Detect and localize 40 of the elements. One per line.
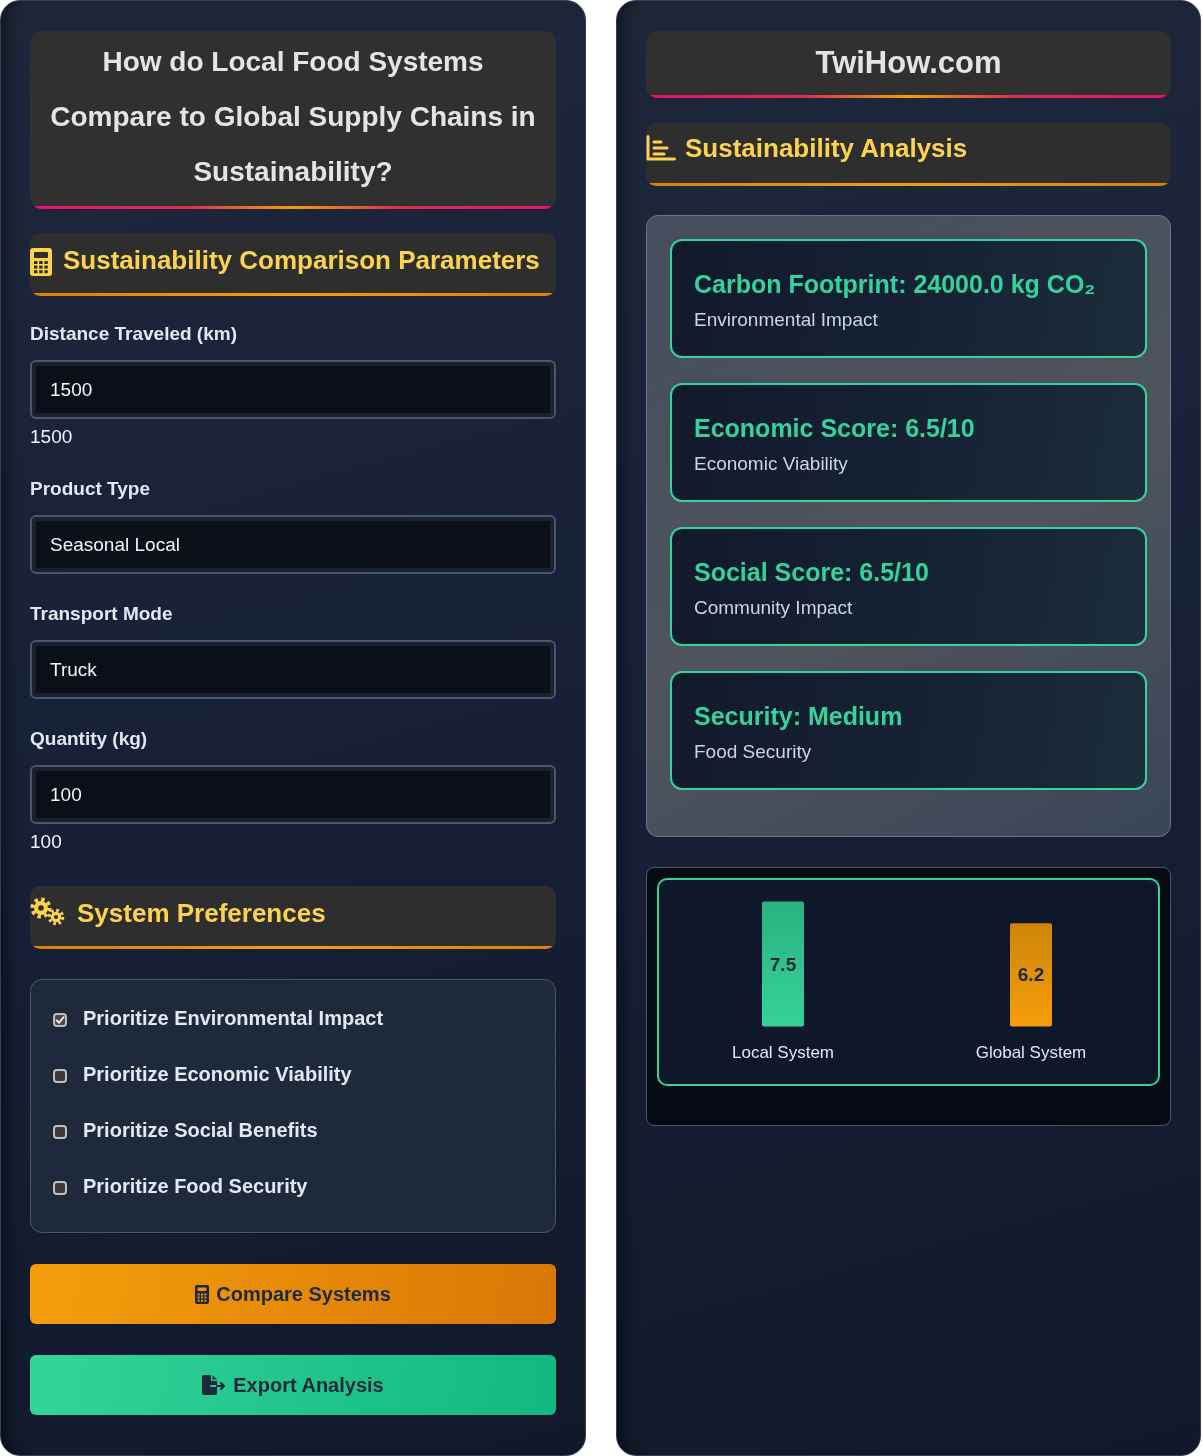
field-label: Distance Traveled (km)	[30, 322, 237, 346]
bar-value-label: 6.2	[1017, 964, 1045, 986]
page-title: How do Local Food Systems Compare to Global Supply Chains in Sustainability?	[49, 45, 537, 189]
checkbox-label: Prioritize Social Benefits	[83, 1118, 318, 1142]
checkbox-label: Prioritize Economic Viability	[83, 1062, 352, 1086]
field-label: Product Type	[30, 477, 150, 501]
input-field[interactable]: 1500	[30, 360, 556, 419]
section-title: Sustainability Comparison Parameters	[63, 244, 540, 276]
input-field[interactable]: Truck	[30, 640, 556, 699]
result-title: Social Score: 6.5/10	[694, 557, 930, 588]
result-caption: Environmental Impact	[694, 308, 879, 332]
checkbox[interactable]	[53, 1013, 67, 1027]
section-title: Sustainability Analysis	[685, 131, 968, 164]
checkbox[interactable]	[53, 1181, 67, 1195]
result-caption: Food Security	[694, 740, 813, 764]
input-field[interactable]: 100	[30, 765, 556, 824]
site-name: TwiHow.com	[815, 44, 1002, 81]
result-title: Carbon Footprint: 24000.0 kg CO₂	[694, 269, 1097, 300]
calculator-icon	[195, 1284, 210, 1304]
result-title: Economic Score: 6.5/10	[694, 413, 976, 444]
input-field[interactable]: Seasonal Local	[30, 515, 556, 574]
result-title: Security: Medium	[694, 701, 904, 732]
bar-value-label: 7.5	[769, 953, 797, 975]
checkbox[interactable]	[53, 1125, 67, 1139]
checkbox[interactable]	[53, 1069, 67, 1083]
value-readout: 1500	[30, 425, 73, 449]
category-label: Local System	[732, 1042, 834, 1062]
value-readout: 100	[30, 830, 62, 854]
checkbox-label: Prioritize Environmental Impact	[83, 1006, 384, 1030]
compare-button[interactable]: Compare Systems	[30, 1264, 556, 1324]
result-caption: Economic Viability	[694, 452, 849, 476]
bar-chart-icon	[646, 134, 676, 161]
section-title: System Preferences	[77, 897, 326, 929]
result-caption: Community Impact	[694, 596, 854, 620]
field-label: Quantity (kg)	[30, 727, 148, 751]
export-button[interactable]: Export Analysis	[30, 1355, 556, 1415]
category-label: Global System	[975, 1042, 1087, 1062]
checkbox-label: Prioritize Food Security	[83, 1174, 308, 1198]
file-export-icon	[202, 1375, 227, 1395]
field-label: Transport Mode	[30, 602, 173, 626]
